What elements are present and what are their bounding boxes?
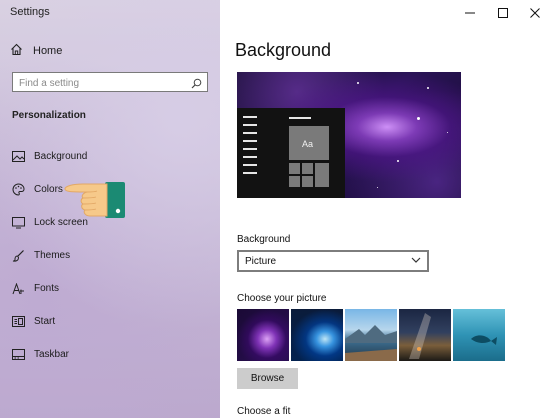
palette-icon xyxy=(11,183,25,197)
close-button[interactable] xyxy=(528,6,542,20)
sidebar-item-themes[interactable]: Themes xyxy=(0,239,220,272)
preview-start-list xyxy=(243,116,261,180)
sidebar-item-taskbar[interactable]: Taskbar xyxy=(0,338,220,371)
search-icon[interactable] xyxy=(191,76,202,94)
home-nav-item[interactable]: Home xyxy=(10,43,62,59)
browse-button[interactable]: Browse xyxy=(237,368,298,389)
thumbnail-underwater[interactable] xyxy=(453,309,505,361)
sidebar-item-start[interactable]: Start xyxy=(0,305,220,338)
background-label: Background xyxy=(237,234,291,245)
thumbnail-beach[interactable] xyxy=(345,309,397,361)
search-input[interactable] xyxy=(13,74,189,93)
taskbar-icon xyxy=(11,348,25,362)
choose-picture-label: Choose your picture xyxy=(237,293,327,304)
preview-window: Aa xyxy=(237,108,345,198)
sidebar-item-label: Start xyxy=(34,316,56,327)
thumbnail-galaxy[interactable] xyxy=(237,309,289,361)
sidebar-item-label: Fonts xyxy=(34,283,60,294)
page-title: Background xyxy=(235,40,332,60)
sidebar: Settings Home Personalization Background… xyxy=(0,0,220,418)
preview-tile-large: Aa xyxy=(289,126,329,160)
monitor-icon xyxy=(11,216,25,230)
home-icon xyxy=(10,43,23,59)
thumbnail-night-sky[interactable] xyxy=(399,309,451,361)
sidebar-item-label: Taskbar xyxy=(34,349,70,360)
home-label: Home xyxy=(33,45,63,57)
sidebar-item-label: Background xyxy=(34,151,88,162)
choose-fit-label: Choose a fit xyxy=(237,406,291,417)
start-icon xyxy=(11,315,25,329)
chevron-down-icon xyxy=(411,256,421,267)
thumbnail-windows-light[interactable] xyxy=(291,309,343,361)
background-select-value: Picture xyxy=(245,255,277,267)
main-pane: Background Aa Background Picture Choose … xyxy=(220,0,550,418)
sidebar-item-fonts[interactable]: Fonts xyxy=(0,272,220,305)
sidebar-item-label: Colors xyxy=(34,184,63,195)
pointing-hand-icon xyxy=(63,168,127,225)
picture-icon xyxy=(11,150,25,164)
picture-thumbnails xyxy=(237,309,505,361)
background-select[interactable]: Picture xyxy=(237,250,429,272)
brush-icon xyxy=(11,249,25,263)
app-title: Settings xyxy=(10,6,50,18)
font-icon xyxy=(11,282,25,296)
minimize-button[interactable] xyxy=(463,6,477,20)
search-box[interactable] xyxy=(12,72,208,94)
background-preview: Aa xyxy=(237,72,461,198)
sidebar-item-label: Themes xyxy=(34,250,71,261)
section-title: Personalization xyxy=(12,110,86,121)
maximize-button[interactable] xyxy=(496,6,510,20)
